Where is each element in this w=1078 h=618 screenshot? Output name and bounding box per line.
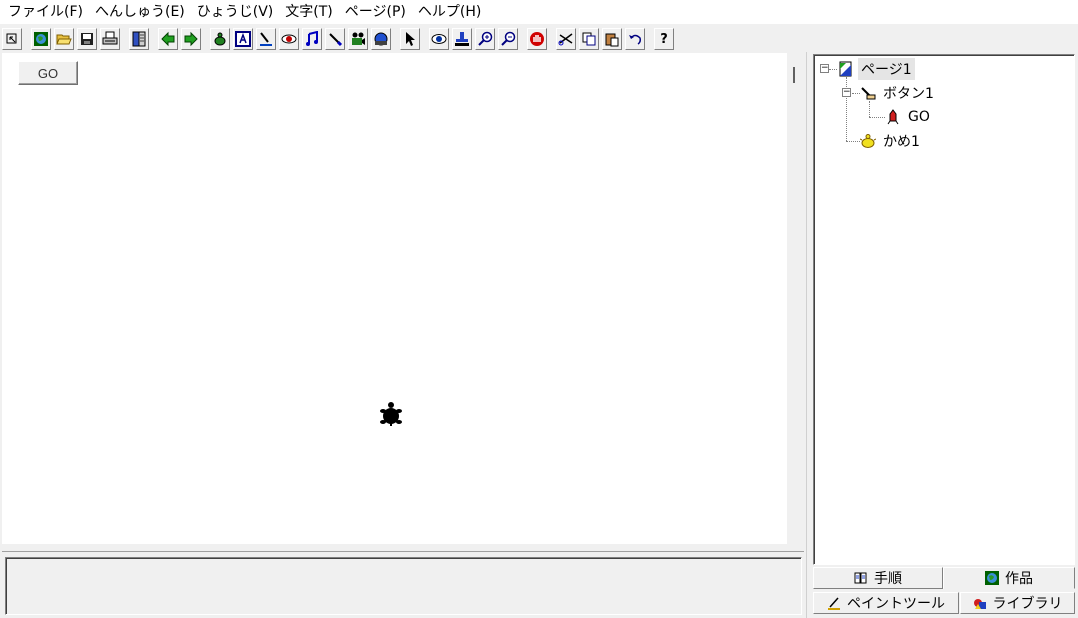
menu-file[interactable]: ファイル(F)	[4, 0, 91, 24]
ball-icon[interactable]	[371, 28, 391, 50]
open-folder-icon[interactable]	[54, 28, 74, 50]
print-icon[interactable]	[100, 28, 120, 50]
paint-icon[interactable]	[256, 28, 276, 50]
help-icon[interactable]: ?	[654, 28, 674, 50]
undo-icon[interactable]	[625, 28, 645, 50]
pointer-small-icon[interactable]	[2, 28, 22, 50]
tab-works[interactable]: 作品	[943, 567, 1075, 589]
cut-icon[interactable]	[556, 28, 576, 50]
pen-icon[interactable]	[325, 28, 345, 50]
menu-view[interactable]: ひょうじ(V)	[193, 0, 282, 24]
turtle-add-icon[interactable]	[210, 28, 230, 50]
works-globe-icon	[985, 571, 999, 585]
eye-lens-icon[interactable]	[279, 28, 299, 50]
tree-expander-page[interactable]: −	[820, 64, 829, 73]
menu-text[interactable]: 文字(T)	[281, 0, 340, 24]
music-icon[interactable]	[302, 28, 322, 50]
menu-page[interactable]: ページ(P)	[341, 0, 414, 24]
rocket-icon	[885, 109, 901, 125]
stamp-icon[interactable]	[452, 28, 472, 50]
paste-icon[interactable]	[602, 28, 622, 50]
view-icon[interactable]	[429, 28, 449, 50]
object-tree: − ページ1 − ボタン1 GO かめ1	[813, 54, 1075, 565]
help-label: ?	[660, 31, 668, 47]
button-object-icon	[860, 85, 876, 101]
turtle-sprite[interactable]	[379, 401, 403, 427]
save-icon[interactable]	[77, 28, 97, 50]
tab-paint-tool-label: ペイントツール	[847, 596, 945, 612]
tree-item-button[interactable]: ボタン1	[860, 82, 937, 104]
tab-paint-tool[interactable]: ペイントツール	[813, 592, 959, 614]
tab-library[interactable]: ライブラリ	[960, 592, 1075, 614]
zoom-in-icon[interactable]	[475, 28, 495, 50]
tab-works-label: 作品	[1005, 571, 1033, 587]
movie-icon[interactable]	[348, 28, 368, 50]
stage-scroll-thumb[interactable]	[793, 67, 795, 83]
globe-icon[interactable]	[31, 28, 51, 50]
menu-help[interactable]: ヘルプ(H)	[414, 0, 489, 24]
page-icon	[838, 61, 854, 77]
tree-item-turtle[interactable]: かめ1	[860, 130, 923, 152]
tab-procedure[interactable]: 手順	[813, 567, 943, 589]
tab-procedure-label: 手順	[874, 571, 902, 587]
copy-icon[interactable]	[579, 28, 599, 50]
stage-canvas[interactable]	[2, 53, 787, 544]
text-icon[interactable]	[233, 28, 253, 50]
book-icon[interactable]	[129, 28, 149, 50]
tab-library-label: ライブラリ	[992, 596, 1063, 612]
panel-splitter[interactable]	[806, 52, 811, 618]
paint-brush-icon	[828, 597, 840, 610]
tree-expander-button[interactable]: −	[842, 88, 851, 97]
tree-item-page[interactable]: ページ1	[838, 58, 915, 80]
menu-bar: ファイル(F) へんしゅう(E) ひょうじ(V) 文字(T) ページ(P) ヘル…	[0, 0, 1078, 24]
turtle-object-icon	[860, 133, 876, 149]
tree-label-page: ページ1	[858, 58, 915, 80]
back-arrow-icon[interactable]	[158, 28, 178, 50]
message-box[interactable]	[5, 557, 802, 615]
menu-edit[interactable]: へんしゅう(E)	[91, 0, 193, 24]
library-shapes-icon	[973, 599, 986, 609]
tree-item-go[interactable]: GO	[885, 106, 933, 128]
stop-hand-icon[interactable]	[527, 28, 547, 50]
select-arrow-icon[interactable]	[400, 28, 420, 50]
toolbar: ?	[0, 26, 1078, 52]
tree-label-button: ボタン1	[883, 86, 934, 102]
forward-arrow-icon[interactable]	[181, 28, 201, 50]
procedure-book-icon	[854, 572, 867, 584]
stage-go-button[interactable]: GO	[18, 61, 78, 85]
tree-label-turtle: かめ1	[883, 134, 920, 150]
zoom-out-icon[interactable]	[498, 28, 518, 50]
tree-label-go: GO	[908, 109, 930, 125]
